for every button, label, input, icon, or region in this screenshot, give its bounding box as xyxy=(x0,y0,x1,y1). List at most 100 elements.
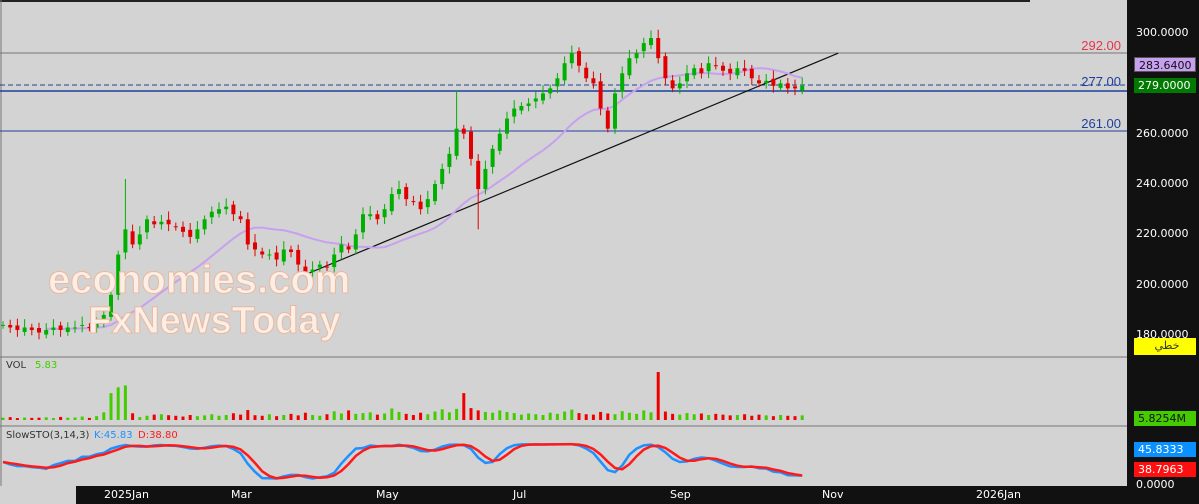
time-label-2025jan: 2025Jan xyxy=(104,488,149,501)
candle-body xyxy=(548,88,553,94)
candle-body xyxy=(159,221,164,225)
volume-value-marker: 5.8254M xyxy=(1134,411,1196,426)
volume-bar xyxy=(318,415,322,420)
price-tick: 240.0000 xyxy=(1136,177,1189,191)
candle-body xyxy=(231,204,236,215)
candle-body xyxy=(620,73,625,92)
volume-bar xyxy=(671,413,675,420)
candle-body xyxy=(346,246,351,250)
candle-body xyxy=(778,83,783,88)
volume-bar xyxy=(109,393,113,420)
candle-body xyxy=(339,244,344,253)
price-tick: 260.0000 xyxy=(1136,126,1189,140)
volume-bar xyxy=(347,410,351,420)
volume-bar xyxy=(51,418,55,420)
volume-bar xyxy=(131,413,135,420)
candle-body xyxy=(15,325,20,331)
candle-body xyxy=(217,209,221,214)
volume-bar xyxy=(210,414,214,420)
level-label-261: 261.00 xyxy=(1081,116,1121,131)
volume-bar xyxy=(123,385,127,420)
volume-bar xyxy=(735,415,739,420)
volume-bar xyxy=(368,412,372,420)
volume-bar xyxy=(649,412,653,420)
volume-bar xyxy=(476,410,480,420)
candle-body xyxy=(209,211,214,218)
volume-bar xyxy=(498,410,502,420)
candle-body xyxy=(188,229,193,237)
volume-bar xyxy=(23,417,27,420)
volume-bar xyxy=(750,415,754,420)
volume-bar xyxy=(743,414,747,420)
volume-bar xyxy=(339,413,343,420)
volume-bar xyxy=(613,414,617,420)
candle-body xyxy=(137,234,142,245)
price-chart[interactable] xyxy=(0,0,1199,504)
volume-bar xyxy=(383,413,387,420)
candle-body xyxy=(483,168,488,190)
candle-body xyxy=(267,254,272,256)
volume-bar xyxy=(555,413,559,420)
volume-bar xyxy=(332,411,336,420)
volume-bar xyxy=(159,414,163,420)
price-tick: 200.0000 xyxy=(1136,277,1189,291)
candle-body xyxy=(706,63,711,72)
volume-bar xyxy=(627,412,631,420)
candle-body xyxy=(469,131,473,159)
volume-bar xyxy=(195,416,199,420)
candle-body xyxy=(123,229,128,253)
volume-bar xyxy=(138,417,142,420)
volume-bar xyxy=(584,414,588,420)
volume-bar xyxy=(152,414,156,420)
volume-bar xyxy=(469,408,473,420)
price-tick: 220.0000 xyxy=(1136,227,1189,241)
candle-body xyxy=(663,56,668,79)
candle-body xyxy=(461,128,466,134)
watermark-economies: economies.com xyxy=(47,258,351,303)
volume-bar xyxy=(642,410,646,420)
volume-bar xyxy=(239,414,243,420)
volume-bar xyxy=(260,415,264,420)
candle-body xyxy=(58,325,63,331)
candle-body xyxy=(519,105,524,111)
volume-bar xyxy=(44,417,48,420)
candle-body xyxy=(490,148,495,167)
volume-bar xyxy=(483,411,487,420)
volume-bar xyxy=(699,413,703,420)
volume-bar xyxy=(66,417,70,420)
candle-body xyxy=(793,86,797,89)
volume-bar xyxy=(30,417,34,420)
candle-body xyxy=(569,53,574,64)
price-tick: 300.0000 xyxy=(1136,26,1189,39)
candle-body xyxy=(425,199,430,208)
candle-body xyxy=(591,78,596,84)
candle-body xyxy=(260,251,265,255)
candle-body xyxy=(800,85,805,91)
candle-body xyxy=(397,189,401,195)
candle-body xyxy=(577,51,581,66)
time-label-sep: Sep xyxy=(670,488,691,501)
candle-body xyxy=(649,38,653,46)
candle-body xyxy=(65,327,70,333)
volume-bar xyxy=(361,413,365,420)
candle-body xyxy=(476,160,481,190)
candle-body xyxy=(728,68,733,74)
volume-bar xyxy=(404,413,408,420)
volume-bar xyxy=(145,415,149,420)
candle-body xyxy=(289,249,293,252)
volume-bar xyxy=(707,415,711,420)
volume-bar xyxy=(800,415,804,420)
volume-bar xyxy=(685,413,689,420)
candle-body xyxy=(73,327,77,329)
candle-body xyxy=(505,118,509,134)
candle-body xyxy=(670,80,675,89)
time-label-may: May xyxy=(376,488,399,501)
volume-value: 5.83 xyxy=(35,360,58,371)
chart-style-button[interactable]: خطي xyxy=(1134,338,1196,355)
candle-body xyxy=(497,133,502,151)
candle-body xyxy=(605,110,610,129)
volume-title: VOL xyxy=(6,360,27,371)
candle-body xyxy=(37,327,41,333)
volume-bar xyxy=(512,413,516,420)
candle-body xyxy=(44,330,49,335)
